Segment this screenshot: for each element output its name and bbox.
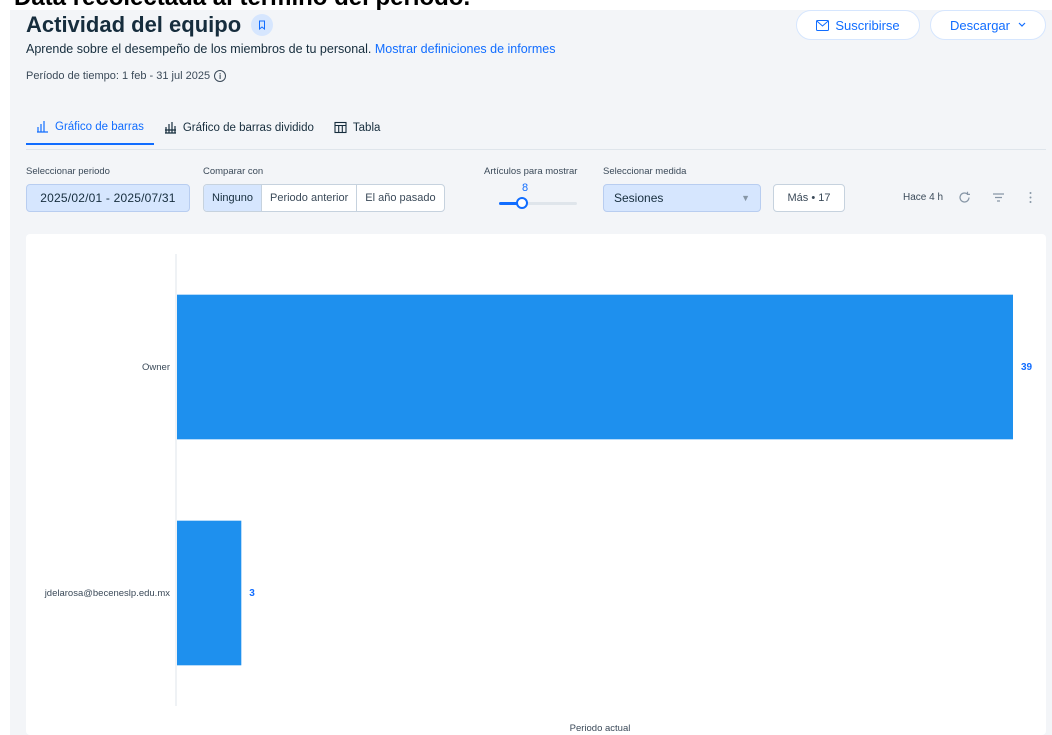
subtitle-text: Aprende sobre el desempeño de los miembr… <box>26 42 372 56</box>
report-page: Actividad del equipo Aprende sobre el de… <box>10 10 1052 735</box>
data-label: 39 <box>1021 362 1033 373</box>
measure-value: Sesiones <box>614 191 664 205</box>
more-options-icon[interactable] <box>1021 188 1039 206</box>
report-definitions-link[interactable]: Mostrar definiciones de informes <box>375 42 556 56</box>
updated-time: Hace 4 h <box>903 192 944 203</box>
view-tabs: Gráfico de barras Gráfico de barras divi… <box>26 116 390 145</box>
page-title-text: Actividad del equipo <box>26 12 242 37</box>
page-subtitle: Aprende sobre el desempeño de los miembr… <box>26 42 555 56</box>
more-filters-button[interactable]: Más • 17 <box>773 184 845 212</box>
tab-label: Gráfico de barras <box>55 120 144 133</box>
mail-icon <box>816 19 830 31</box>
caret-down-icon: ▼ <box>741 193 750 203</box>
bar-chart-icon <box>37 121 48 133</box>
download-label: Descargar <box>950 17 1010 33</box>
stacked-bar-chart-icon <box>164 122 176 134</box>
tabs-divider <box>26 149 1046 150</box>
tab-label: Tabla <box>352 121 381 134</box>
chart-card: Owner 39 jdelarosa@beceneslp.edu.mx 3 Period… <box>26 234 1046 735</box>
download-button[interactable]: Descargar <box>930 10 1046 40</box>
compare-option-previous[interactable]: Periodo anterior <box>262 185 358 211</box>
category-label: jdelarosa@beceneslp.edu.mx <box>44 588 171 599</box>
tab-label: Gráfico de barras dividido <box>182 121 314 134</box>
time-period-text: Período de tiempo: 1 feb - 31 jul 2025 <box>26 70 211 82</box>
compare-toggle: Ninguno Periodo anterior El año pasado <box>203 184 445 212</box>
items-label: Artículos para mostrar <box>484 166 578 177</box>
table-icon <box>334 121 347 134</box>
subscribe-button[interactable]: Suscribirse <box>796 10 920 40</box>
category-label: Owner <box>142 362 170 373</box>
compare-label: Comparar con <box>203 166 264 177</box>
tab-table[interactable]: Tabla <box>324 116 391 145</box>
measure-label: Seleccionar medida <box>603 166 687 177</box>
bar-chart: Owner 39 jdelarosa@beceneslp.edu.mx 3 Period… <box>44 254 1033 734</box>
chevron-down-icon <box>1018 22 1026 27</box>
date-range-picker[interactable]: 2025/02/01 - 2025/07/31 <box>26 184 190 212</box>
compare-option-last-year[interactable]: El año pasado <box>357 185 443 211</box>
subscribe-label: Suscribirse <box>835 17 900 33</box>
period-label: Seleccionar periodo <box>26 166 110 177</box>
items-slider-value: 8 <box>522 182 529 194</box>
bar[interactable] <box>177 294 1013 440</box>
bookmark-icon[interactable] <box>251 14 274 36</box>
page-title: Actividad del equipo <box>26 12 274 38</box>
tab-bar-chart[interactable]: Gráfico de barras <box>26 116 154 145</box>
x-axis-label: Periodo actual <box>570 723 631 734</box>
measure-select[interactable]: Sesiones ▼ <box>603 184 761 212</box>
info-icon[interactable]: i <box>214 70 227 82</box>
items-slider-handle[interactable] <box>516 197 529 209</box>
refresh-icon[interactable] <box>955 188 973 206</box>
tab-stacked-bar-chart[interactable]: Gráfico de barras dividido <box>154 116 324 145</box>
compare-option-none[interactable]: Ninguno <box>204 185 262 211</box>
data-label: 3 <box>249 588 255 599</box>
time-period: Período de tiempo: 1 feb - 31 jul 2025 i <box>26 70 227 82</box>
filter-icon[interactable] <box>989 188 1007 206</box>
bar[interactable] <box>177 520 242 666</box>
